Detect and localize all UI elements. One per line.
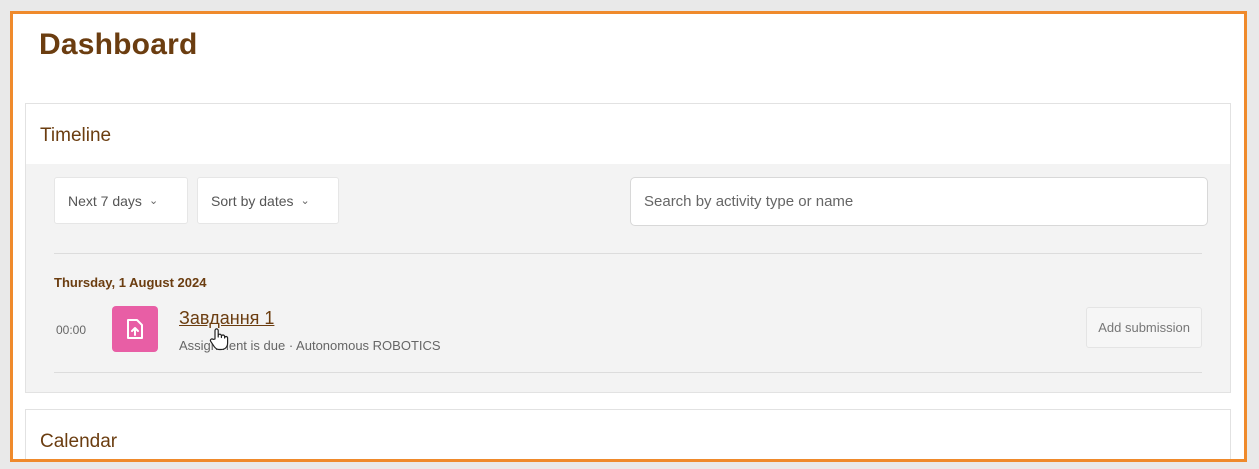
chevron-down-icon: ⌄ bbox=[148, 195, 159, 207]
page-title: Dashboard bbox=[39, 28, 198, 61]
divider bbox=[54, 253, 1202, 254]
add-submission-button[interactable]: Add submission bbox=[1086, 307, 1202, 348]
search-input[interactable] bbox=[630, 177, 1208, 226]
date-heading: Thursday, 1 August 2024 bbox=[54, 275, 207, 290]
divider bbox=[54, 372, 1202, 373]
event-meta: Assignment is due · Autonomous ROBOTICS bbox=[179, 338, 441, 353]
highlight-frame: Dashboard Timeline Next 7 days ⌄ Sort by… bbox=[10, 11, 1247, 462]
timeline-block: Timeline Next 7 days ⌄ Sort by dates ⌄ T… bbox=[25, 103, 1231, 393]
file-upload-glyph bbox=[127, 319, 143, 339]
calendar-header: Calendar bbox=[40, 431, 118, 452]
event-name-link[interactable]: Завдання 1 bbox=[179, 308, 274, 329]
chevron-down-icon: ⌄ bbox=[300, 195, 310, 207]
calendar-block: Calendar bbox=[25, 409, 1231, 459]
timeline-header: Timeline bbox=[40, 125, 112, 146]
event-time: 00:00 bbox=[56, 323, 87, 337]
screen: Dashboard Timeline Next 7 days ⌄ Sort by… bbox=[0, 0, 1259, 469]
timeline-body: Next 7 days ⌄ Sort by dates ⌄ Thursday, … bbox=[26, 164, 1230, 392]
filter-days-dropdown[interactable]: Next 7 days ⌄ bbox=[54, 177, 188, 224]
sort-label: Sort by dates bbox=[211, 192, 294, 209]
assignment-upload-icon bbox=[112, 306, 158, 352]
filter-days-label: Next 7 days bbox=[68, 192, 142, 209]
sort-dropdown[interactable]: Sort by dates ⌄ bbox=[197, 177, 339, 224]
